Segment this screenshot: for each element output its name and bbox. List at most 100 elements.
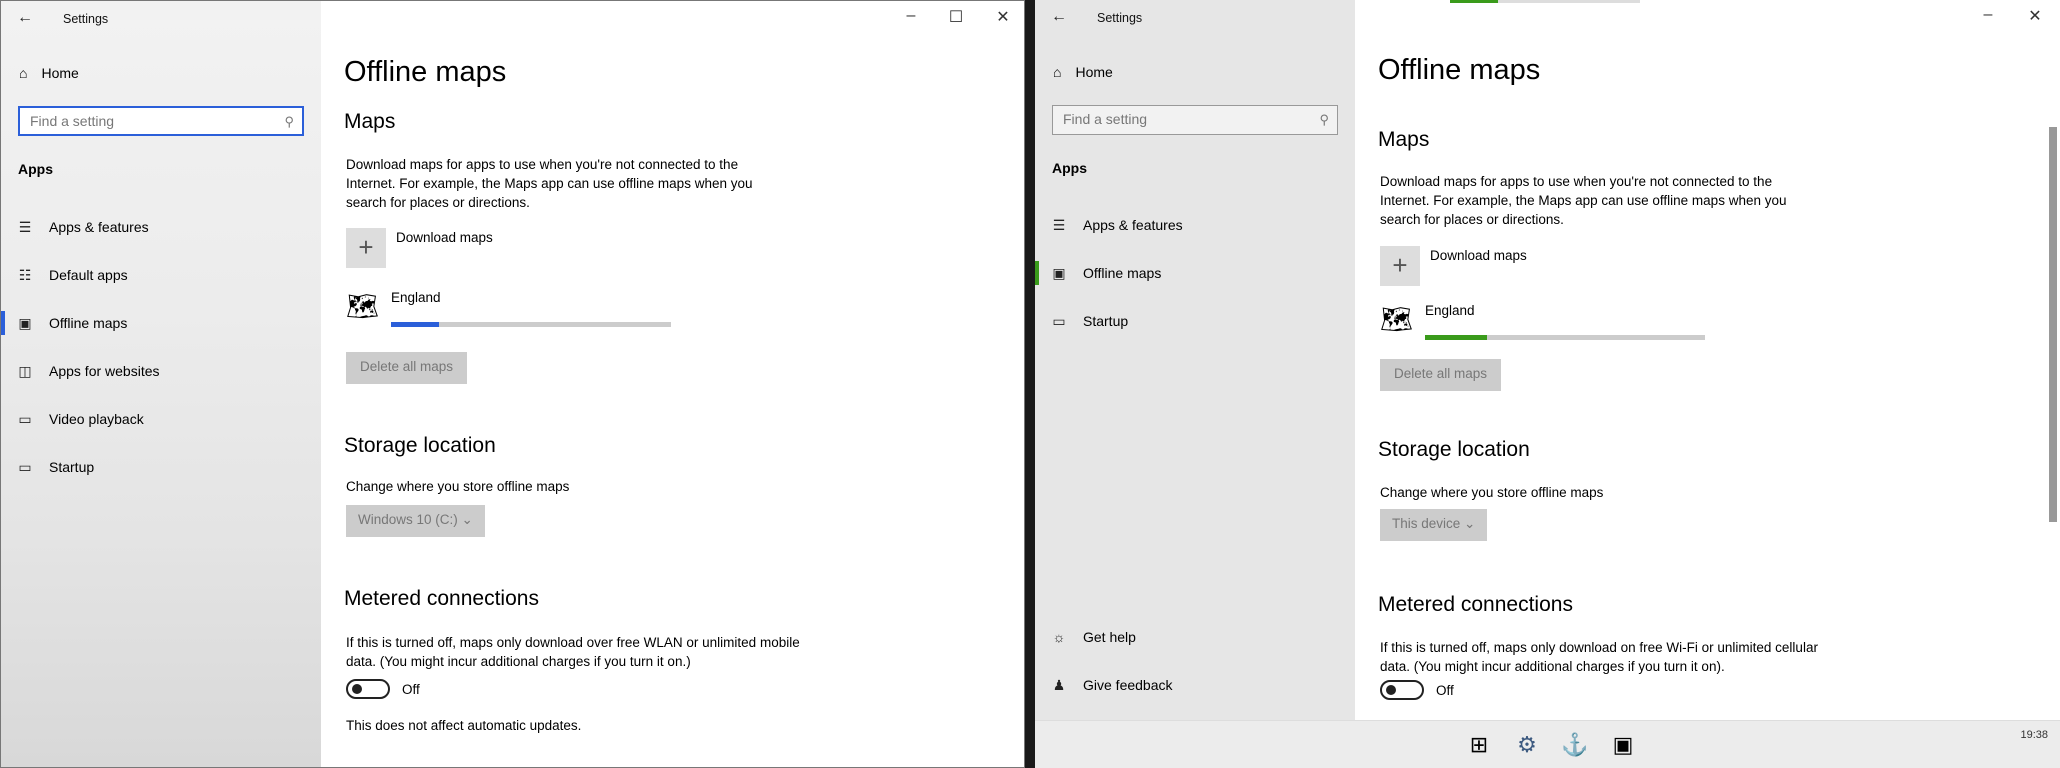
maps-heading: Maps: [344, 110, 396, 133]
sidebar-item-label: Offline maps: [49, 315, 128, 331]
delete-all-maps-button[interactable]: Delete all maps: [346, 352, 468, 384]
taskbar: ⊞ ⚙ ⚓ ▣ 19:38: [1035, 720, 2060, 768]
back-arrow-icon[interactable]: ←: [1051, 8, 1067, 26]
storage-heading: Storage location: [1378, 438, 1530, 461]
window-title: Settings: [1097, 11, 1143, 25]
sidebar-item-label: Startup: [49, 459, 95, 475]
home-icon: ⌂: [19, 65, 28, 81]
sidebar-item-label: Default apps: [49, 267, 128, 283]
sidebar-item-label: Apps for websites: [49, 363, 160, 379]
scrollbar[interactable]: [2046, 115, 2060, 720]
storage-location-dropdown[interactable]: This device ⌄: [1380, 509, 1488, 541]
chevron-down-icon: ⌄: [461, 512, 473, 527]
list-icon: ☰: [18, 218, 32, 235]
content-pane: Offline maps Maps Download maps for apps…: [1378, 0, 2060, 768]
storage-description: Change where you store offline maps: [346, 479, 570, 494]
home-link[interactable]: ⌂ Home: [19, 65, 79, 81]
settings-window-right: ← Settings ⌂ Home Find a setting ⚲ Apps …: [1035, 0, 2060, 768]
metered-toggle[interactable]: [1380, 680, 1424, 700]
storage-heading: Storage location: [344, 434, 496, 457]
metered-description: If this is turned off, maps only downloa…: [1380, 640, 1818, 674]
settings-gear-icon[interactable]: ⚙: [1513, 731, 1541, 759]
search-placeholder: Find a setting: [1063, 111, 1148, 127]
sidebar-item-startup[interactable]: ▭ Startup: [1, 447, 321, 487]
back-arrow-icon[interactable]: ←: [17, 9, 33, 27]
sidebar-item-offline-maps[interactable]: ▣ Offline maps: [1035, 253, 1355, 293]
home-label: Home: [1075, 64, 1113, 80]
help-icon: ☼: [1052, 629, 1066, 645]
progress-fill: [391, 322, 439, 327]
chevron-down-icon: ⌄: [1464, 516, 1476, 531]
sidebar: ← Settings ⌂ Home Find a setting ⚲ Apps …: [1035, 0, 1355, 768]
download-progress: [1425, 335, 1705, 340]
link-label: Give feedback: [1083, 677, 1173, 693]
sidebar-item-label: Apps & features: [49, 219, 149, 235]
search-input[interactable]: Find a setting ⚲: [18, 106, 304, 136]
storage-location-dropdown[interactable]: Windows 10 (C:) ⌄: [346, 505, 485, 537]
sidebar-item-label: Startup: [1083, 313, 1129, 329]
toggle-knob: [1386, 685, 1396, 695]
sidebar-item-offline-maps[interactable]: ▣ Offline maps: [1, 303, 321, 343]
add-icon[interactable]: +: [346, 228, 386, 268]
page-title: Offline maps: [1378, 54, 1541, 86]
metered-description: If this is turned off, maps only downloa…: [346, 635, 800, 669]
metered-toggle[interactable]: [346, 679, 390, 699]
toggle-knob: [352, 684, 362, 694]
delete-all-maps-button[interactable]: Delete all maps: [1380, 359, 1502, 391]
content-pane: Offline maps Maps Download maps for apps…: [344, 1, 1024, 767]
toggle-state: Off: [402, 682, 420, 697]
progress-fill: [1425, 335, 1487, 340]
sidebar-item-startup[interactable]: ▭ Startup: [1035, 301, 1355, 341]
get-help-link[interactable]: ☼ Get help: [1035, 617, 1355, 657]
startup-icon: ▭: [1052, 312, 1066, 329]
sidebar-item-default-apps[interactable]: ☷ Default apps: [1, 255, 321, 295]
app-icon[interactable]: ⚓: [1561, 731, 1589, 759]
add-icon[interactable]: +: [1380, 246, 1420, 286]
home-icon: ⌂: [1053, 64, 1062, 80]
settings-window-left: ← Settings ⌂ Home Find a setting ⚲ Apps …: [0, 0, 1025, 768]
sidebar-item-label: Video playback: [49, 411, 144, 427]
search-icon: ⚲: [284, 114, 294, 129]
metered-heading: Metered connections: [344, 587, 539, 610]
search-placeholder: Find a setting: [30, 113, 115, 129]
window-title: Settings: [63, 12, 109, 26]
footer-note: This does not affect automatic updates.: [346, 718, 582, 733]
sidebar: ← Settings ⌂ Home Find a setting ⚲ Apps …: [1, 1, 321, 767]
scrollbar-thumb[interactable]: [2049, 127, 2057, 522]
maps-description: Download maps for apps to use when you'r…: [346, 157, 753, 210]
windows-start-icon[interactable]: ⊞: [1465, 731, 1493, 759]
download-progress: [391, 322, 671, 327]
sidebar-item-label: Apps & features: [1083, 217, 1183, 233]
map-icon: ▣: [1052, 264, 1066, 281]
storage-description: Change where you store offline maps: [1380, 485, 1604, 500]
metered-heading: Metered connections: [1378, 593, 1573, 616]
offline-map-icon: 🗺: [346, 291, 380, 321]
sidebar-item-apps-features[interactable]: ☰ Apps & features: [1035, 205, 1355, 245]
dropdown-value: Windows 10 (C:): [358, 512, 458, 527]
startup-icon: ▭: [18, 458, 32, 475]
map-name: England: [391, 290, 441, 305]
default-apps-icon: ☷: [18, 266, 32, 283]
home-link[interactable]: ⌂ Home: [1053, 64, 1113, 80]
give-feedback-link[interactable]: ♟ Give feedback: [1035, 665, 1355, 705]
search-input[interactable]: Find a setting ⚲: [1052, 105, 1338, 135]
maps-description: Download maps for apps to use when you'r…: [1380, 174, 1787, 227]
website-icon: ◫: [18, 362, 32, 379]
download-maps-link[interactable]: Download maps: [396, 230, 493, 245]
title-bar: ← Settings: [1, 1, 321, 35]
list-icon: ☰: [1052, 216, 1066, 233]
link-label: Get help: [1083, 629, 1136, 645]
offline-map-icon: 🗺: [1380, 304, 1414, 334]
download-maps-link[interactable]: Download maps: [1430, 248, 1527, 263]
clock: 19:38: [2020, 729, 2048, 741]
sidebar-item-apps-websites[interactable]: ◫ Apps for websites: [1, 351, 321, 391]
sidebar-item-apps-features[interactable]: ☰ Apps & features: [1, 207, 321, 247]
sidebar-item-video-playback[interactable]: ▭ Video playback: [1, 399, 321, 439]
home-label: Home: [41, 65, 79, 81]
section-title: Apps: [1052, 160, 1087, 176]
map-icon: ▣: [18, 314, 32, 331]
maps-heading: Maps: [1378, 128, 1430, 151]
task-view-icon[interactable]: ▣: [1609, 731, 1637, 759]
search-icon: ⚲: [1319, 112, 1329, 127]
page-title: Offline maps: [344, 56, 507, 88]
